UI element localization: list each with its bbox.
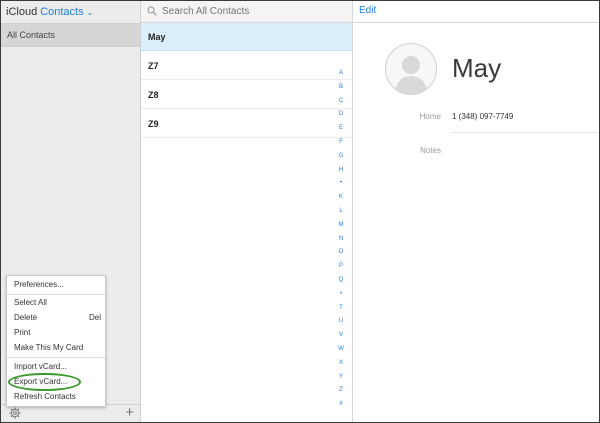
menu-item-refresh-contacts[interactable]: Refresh Contacts	[14, 390, 101, 403]
app-name: iCloud	[6, 6, 38, 18]
menu-item-import-vcard[interactable]: Import vCard...	[14, 360, 101, 373]
detail-toolbar: Edit	[353, 1, 598, 23]
menu-item-print[interactable]: Print	[14, 326, 101, 339]
menu-item-label: Preferences...	[14, 280, 64, 289]
index-letter[interactable]: E	[335, 122, 347, 136]
contact-list: May Z7 Z8 Z9 ABCDEFGH•KLMNOPQ•TUVWXYZ#	[141, 1, 353, 422]
app-header: iCloud Contacts ⌄	[1, 1, 140, 23]
index-letter[interactable]: N	[335, 233, 347, 247]
contact-row[interactable]: Z7	[141, 52, 352, 80]
avatar	[385, 43, 437, 95]
index-letter[interactable]: O	[335, 246, 347, 260]
search-icon	[147, 6, 157, 16]
menu-item-label: Delete	[14, 313, 38, 322]
field-value-phone[interactable]: 1 (348) 097-7749	[452, 112, 513, 121]
index-letter[interactable]: W	[335, 343, 347, 357]
search-input[interactable]	[162, 4, 342, 18]
menu-item-preferences[interactable]: Preferences...	[14, 278, 101, 291]
window-frame: iCloud Contacts ⌄ All Contacts + Prefere…	[0, 0, 600, 423]
field-label-home: Home	[419, 112, 441, 121]
menu-item-label: Import vCard...	[14, 362, 67, 371]
contact-name: Z9	[148, 118, 159, 129]
contact-row[interactable]: Z8	[141, 81, 352, 109]
index-letter[interactable]: •	[335, 177, 347, 191]
index-letter[interactable]: F	[335, 136, 347, 150]
contact-name: Z7	[148, 60, 159, 71]
edit-button[interactable]: Edit	[359, 5, 376, 16]
menu-item-label: Refresh Contacts	[14, 392, 76, 401]
search-bar	[141, 1, 352, 23]
index-letter[interactable]: T	[335, 302, 347, 316]
menu-item-select-all[interactable]: Select All	[14, 296, 101, 309]
menu-item-label: Select All	[14, 298, 47, 307]
alphabet-index: A B C D E F G H • K L M N O P Q • T U V W X Y Z #	[335, 67, 347, 412]
index-letter[interactable]: P	[335, 260, 347, 274]
field-label-notes: Notes	[420, 146, 441, 155]
index-letter[interactable]: D	[335, 108, 347, 122]
menu-item-label: Print	[14, 328, 31, 337]
field-divider	[452, 132, 598, 133]
contact-name: May	[148, 31, 166, 42]
index-letter[interactable]: V	[335, 329, 347, 343]
gear-icon[interactable]	[9, 407, 21, 419]
menu-item-shortcut: Del	[88, 313, 101, 322]
index-letter[interactable]: K	[335, 191, 347, 205]
contact-row[interactable]: Z9	[141, 110, 352, 138]
index-letter[interactable]: M	[335, 219, 347, 233]
app-switcher[interactable]: Contacts	[40, 6, 83, 18]
index-letter[interactable]: L	[335, 205, 347, 219]
index-letter[interactable]: A	[335, 67, 347, 81]
index-letter[interactable]: •	[335, 288, 347, 302]
menu-divider	[7, 294, 105, 295]
highlight-oval	[8, 373, 81, 391]
index-letter[interactable]: U	[335, 315, 347, 329]
index-letter[interactable]: Y	[335, 371, 347, 385]
index-letter[interactable]: G	[335, 150, 347, 164]
sidebar-item-all-contacts[interactable]: All Contacts	[1, 23, 140, 47]
contact-full-name: May	[452, 53, 502, 83]
menu-item-label: Make This My Card	[14, 343, 84, 352]
menu-divider	[7, 357, 105, 358]
contact-name: Z8	[148, 89, 159, 100]
index-letter[interactable]: X	[335, 357, 347, 371]
index-letter[interactable]: H	[335, 164, 347, 178]
menu-item-make-this-my-card[interactable]: Make This My Card	[14, 341, 101, 354]
sidebar-item-label: All Contacts	[7, 30, 56, 40]
index-letter[interactable]: Z	[335, 384, 347, 398]
contact-row-may[interactable]: May	[141, 23, 352, 51]
settings-menu: Preferences... Select All Delete Del Pri…	[6, 275, 106, 407]
person-silhouette-icon	[394, 56, 428, 94]
contact-detail: Edit May Home 1 (348) 097-7749 Notes	[353, 1, 598, 422]
index-letter[interactable]: #	[335, 398, 347, 412]
index-letter[interactable]: B	[335, 81, 347, 95]
add-contact-button[interactable]: +	[125, 404, 134, 421]
menu-item-delete[interactable]: Delete Del	[14, 311, 101, 324]
index-letter[interactable]: C	[335, 95, 347, 109]
index-letter[interactable]: Q	[335, 274, 347, 288]
chevron-down-icon[interactable]: ⌄	[87, 8, 94, 17]
